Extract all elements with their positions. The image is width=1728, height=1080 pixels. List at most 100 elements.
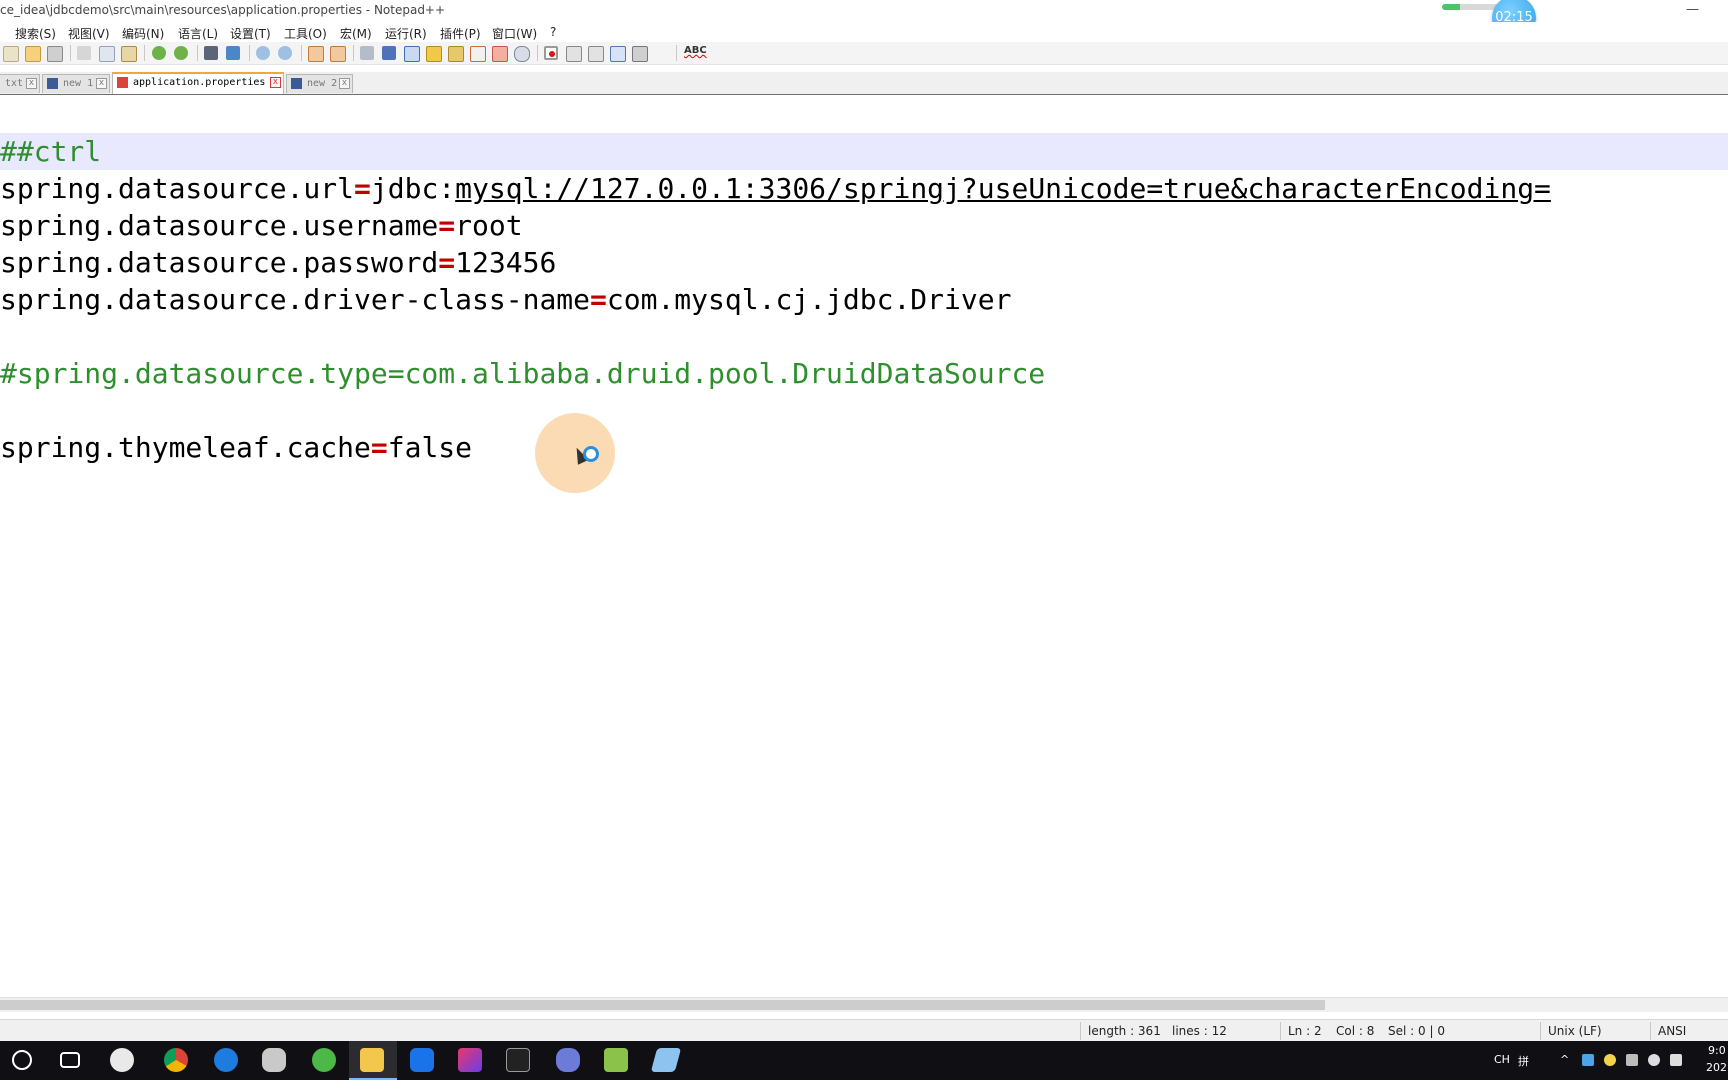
shell-app-icon[interactable] [556, 1048, 580, 1072]
property-value: root [455, 209, 523, 242]
property-key: spring.datasource.password [0, 246, 439, 279]
monitor-icon[interactable] [514, 46, 530, 62]
menu-window[interactable]: 窗口(W) [492, 25, 537, 42]
toolbar: ABC [0, 42, 1728, 65]
menu-language[interactable]: 语言(L) [178, 25, 218, 42]
scrollbar-thumb[interactable] [0, 1000, 1325, 1010]
clock-date[interactable]: 202 [1706, 1061, 1727, 1074]
star-app-icon[interactable] [410, 1048, 434, 1072]
ime-indicator[interactable]: CH [1494, 1053, 1510, 1066]
tray-overflow-icon[interactable]: ^ [1560, 1053, 1569, 1066]
menu-macro[interactable]: 宏(M) [340, 25, 372, 42]
app-s-icon[interactable] [110, 1048, 134, 1072]
menu-search[interactable]: 搜索(S) [15, 25, 56, 42]
print-icon[interactable] [47, 46, 63, 62]
intellij-icon[interactable] [458, 1048, 482, 1072]
tab-txt[interactable]: txt x [0, 74, 40, 93]
equals-sign: = [590, 283, 607, 316]
file-explorer-icon[interactable] [360, 1048, 384, 1072]
sync-horizontal-icon[interactable] [330, 46, 346, 62]
minimize-button[interactable]: — [1686, 2, 1699, 17]
property-value: com.mysql.cj.jdbc.Driver [606, 283, 1012, 316]
folder-workspace-icon[interactable] [492, 46, 508, 62]
status-bar: length : 361 lines : 12 Ln : 2 Col : 8 S… [0, 1019, 1728, 1042]
editor-line-7: #spring.datasource.type=com.alibaba.drui… [0, 355, 1045, 392]
doc-map-icon[interactable] [448, 46, 464, 62]
menu-encoding[interactable]: 编码(N) [122, 25, 164, 42]
equals-sign: = [438, 246, 456, 279]
battery-icon[interactable] [1626, 1054, 1638, 1066]
close-tab-icon[interactable]: x [96, 78, 107, 89]
replace-icon[interactable] [226, 46, 240, 60]
horizontal-scrollbar[interactable] [0, 997, 1728, 1012]
save-macro-icon[interactable] [632, 46, 648, 62]
indent-guide-icon[interactable] [404, 46, 420, 62]
run-macro-multiple-icon[interactable] [610, 46, 626, 62]
notepad-plus-icon[interactable] [604, 1048, 628, 1072]
saved-file-icon [291, 78, 302, 89]
tray-plus-icon[interactable] [1604, 1054, 1616, 1066]
status-lines: lines : 12 [1172, 1024, 1227, 1038]
paint-icon[interactable] [262, 1048, 286, 1072]
menu-help[interactable]: ? [550, 25, 556, 39]
chrome-icon[interactable] [164, 1048, 188, 1072]
property-key: spring.datasource.username [0, 209, 439, 242]
editor-line-5: spring.datasource.driver-class-name=com.… [0, 281, 1011, 318]
tray-app-icon[interactable] [1582, 1054, 1594, 1066]
status-eol[interactable]: Unix (LF) [1548, 1024, 1602, 1038]
show-all-chars-icon[interactable] [382, 46, 396, 60]
text-editor[interactable]: ##ctrl spring.datasource.url=jdbc:mysql:… [0, 95, 1728, 997]
menu-plugins[interactable]: 插件(P) [440, 25, 481, 42]
status-line-number: Ln : 2 [1288, 1024, 1322, 1038]
user-lang-icon[interactable] [426, 46, 442, 62]
clock-time[interactable]: 9:0 [1708, 1044, 1726, 1057]
new-file-icon[interactable] [3, 46, 19, 62]
cut-icon[interactable] [77, 46, 91, 60]
property-key: spring.datasource.driver-class-name [0, 283, 591, 316]
property-key: spring.thymeleaf.cache [0, 431, 371, 464]
cortana-icon[interactable] [12, 1050, 32, 1070]
zoom-out-icon[interactable] [278, 46, 292, 60]
property-key: spring.datasource.url [0, 172, 355, 205]
menu-settings[interactable]: 设置(T) [230, 25, 271, 42]
tab-bar: txt x new 1 x application.properties x n… [0, 72, 1728, 96]
property-value: false [387, 431, 473, 464]
tab-application-properties[interactable]: application.properties x [112, 72, 284, 94]
zoom-in-icon[interactable] [256, 46, 270, 60]
volume-icon[interactable] [1670, 1054, 1682, 1066]
tab-new-2[interactable]: new 2 x [286, 74, 353, 93]
ime-mode-icon[interactable]: 拼 [1518, 1053, 1529, 1069]
menu-tools[interactable]: 工具(O) [284, 25, 327, 42]
sync-vertical-icon[interactable] [308, 46, 324, 62]
paste-icon[interactable] [121, 46, 137, 62]
close-tab-icon[interactable]: x [26, 78, 37, 89]
ie-green-icon[interactable] [312, 1048, 336, 1072]
word-wrap-icon[interactable] [360, 46, 374, 60]
undo-icon[interactable] [152, 46, 166, 60]
status-encoding[interactable]: ANSI [1658, 1024, 1686, 1038]
property-value-prefix: jdbc: [370, 172, 456, 205]
close-tab-icon[interactable]: x [339, 78, 350, 89]
unsaved-file-icon [117, 77, 128, 88]
menu-view[interactable]: 视图(V) [68, 25, 110, 42]
spellcheck-icon[interactable]: ABC [684, 45, 707, 56]
copy-icon[interactable] [99, 46, 115, 62]
function-list-icon[interactable] [470, 46, 486, 62]
stop-record-icon[interactable] [566, 46, 582, 62]
record-macro-icon[interactable] [544, 46, 558, 60]
task-view-icon[interactable] [60, 1052, 80, 1068]
menu-run[interactable]: 运行(R) [385, 25, 427, 42]
playback-macro-icon[interactable] [588, 46, 604, 62]
network-icon[interactable] [1648, 1054, 1660, 1066]
editor-line-2: spring.datasource.url=jdbc:mysql://127.0… [0, 170, 1551, 207]
equals-sign: = [354, 172, 371, 205]
terminal-icon[interactable] [506, 1048, 530, 1072]
find-icon[interactable] [204, 46, 218, 60]
property-value-url[interactable]: mysql://127.0.0.1:3306/springj?useUnicod… [455, 172, 1551, 205]
tab-new-1[interactable]: new 1 x [42, 74, 110, 93]
redo-icon[interactable] [174, 46, 188, 60]
edge-icon[interactable] [214, 1048, 238, 1072]
open-file-icon[interactable] [25, 46, 41, 62]
close-tab-icon[interactable]: x [270, 77, 281, 88]
eraser-app-icon[interactable] [650, 1048, 682, 1072]
